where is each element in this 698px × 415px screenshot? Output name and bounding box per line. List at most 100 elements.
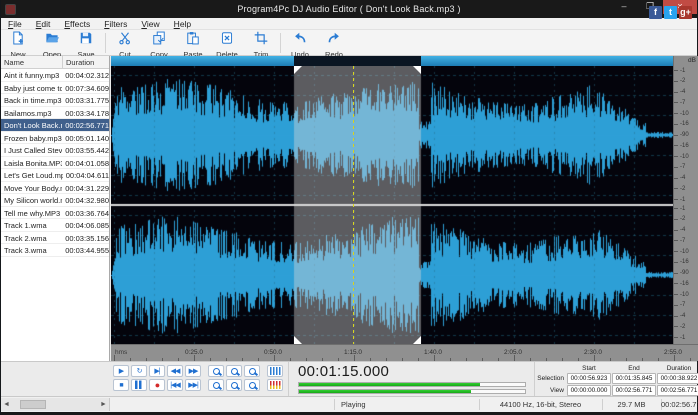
stop-button[interactable]: ■ <box>113 379 129 391</box>
minimize-button[interactable]: – <box>611 0 637 14</box>
menu-item-filters[interactable]: Filters <box>97 19 134 29</box>
selection-start-top-handle[interactable] <box>294 66 302 74</box>
selection-end-top-handle[interactable] <box>413 66 421 74</box>
zoom-fit-button[interactable] <box>244 379 260 391</box>
playlist-horizontal-scrollbar[interactable]: ◄ ► <box>1 398 110 411</box>
total-duration-label: 00:02:56.771 <box>661 400 698 409</box>
zoom-out-button[interactable] <box>208 379 224 391</box>
column-header-name[interactable]: Name <box>1 56 63 68</box>
playlist-row[interactable]: Track 2.wma00:03:35.156 <box>1 232 109 245</box>
playlist-row[interactable]: Track 3.wma00:03:44.955 <box>1 244 109 257</box>
menu-item-help[interactable]: Help <box>167 19 198 29</box>
pause-button[interactable]: ▌▌ <box>131 379 147 391</box>
facebook-icon[interactable]: f <box>649 6 662 19</box>
position-value-field[interactable]: 00:00:38.922 <box>657 373 698 384</box>
cut-button[interactable]: Cut <box>108 30 142 55</box>
track-duration: 00:03:55.442 <box>62 144 109 156</box>
waveform-area[interactable] <box>111 56 673 344</box>
track-name: Aint it funny.mp3 <box>1 69 62 81</box>
stereo-waveform-canvas[interactable] <box>111 66 673 344</box>
db-tick: -16 <box>674 259 698 266</box>
waveform-overview-bar[interactable] <box>111 56 673 66</box>
zoom-selection-button[interactable] <box>226 365 242 377</box>
position-value-field[interactable]: 00:02:56.771 <box>612 385 656 396</box>
scroll-right-icon[interactable]: ► <box>98 401 109 408</box>
playlist-row[interactable]: Move Your Body.mp300:04:31.229 <box>1 182 109 195</box>
position-value-field[interactable]: 00:00:00.000 <box>567 385 611 396</box>
scroll-left-icon[interactable]: ◄ <box>1 401 12 408</box>
waveform-view-button[interactable] <box>267 365 283 377</box>
new-button[interactable]: New <box>1 30 35 55</box>
position-value-field[interactable]: 00:02:56.771 <box>657 385 698 396</box>
overview-selection-segment[interactable] <box>294 56 421 66</box>
scrollbar-thumb[interactable] <box>20 400 46 409</box>
undo-button[interactable]: Undo <box>283 30 317 55</box>
db-tick: -7 <box>674 99 698 106</box>
play-button[interactable]: ▶ <box>113 365 129 377</box>
fast-forward-button[interactable]: ▶▶ <box>185 365 201 377</box>
playlist-row[interactable]: Back in time.mp300:03:31.775 <box>1 94 109 107</box>
time-ruler[interactable]: hms 0:25.00:50.01:15.01:40.02:05.02:30.0… <box>111 344 698 361</box>
zoom-reset-button[interactable] <box>226 379 242 391</box>
redo-button[interactable]: Redo <box>317 30 351 55</box>
menu-item-effects[interactable]: Effects <box>57 19 97 29</box>
delete-button[interactable]: Delete <box>210 30 244 55</box>
menu-item-file[interactable]: File <box>1 19 29 29</box>
track-duration: 00:04:32.980 <box>62 194 109 206</box>
selection-start-bottom-handle[interactable] <box>294 336 302 344</box>
spectrum-icon <box>270 381 281 389</box>
track-duration: 00:04:04.611 <box>63 169 109 181</box>
status-bar: ◄ ► Playing 44100 Hz, 16-bit, Stereo 29.… <box>1 396 697 412</box>
track-duration: 00:07:34.609 <box>62 82 109 94</box>
toolbar-separator <box>105 33 106 53</box>
position-value-field[interactable]: 00:01:35.845 <box>612 373 656 384</box>
playlist-row[interactable]: Let's Get Loud.mp300:04:04.611 <box>1 169 109 182</box>
playlist-row[interactable]: Frozen baby.mp300:05:01.140 <box>1 132 109 145</box>
play-selection-button[interactable]: ▶| <box>149 365 165 377</box>
playhead-cursor <box>353 66 354 344</box>
selection-end-bottom-handle[interactable] <box>413 336 421 344</box>
open-button[interactable]: Open <box>35 30 69 55</box>
menu-item-edit[interactable]: Edit <box>29 19 58 29</box>
playlist-row[interactable]: I Just Called Stevie.mp300:03:55.442 <box>1 144 109 157</box>
record-button[interactable]: ● <box>149 379 165 391</box>
playlist-header[interactable]: Name Duration <box>1 56 109 69</box>
trim-button[interactable]: Trim <box>244 30 278 55</box>
level-meter-right <box>298 389 526 394</box>
spectrum-view-button[interactable] <box>267 379 283 391</box>
menu-item-view[interactable]: View <box>134 19 166 29</box>
playlist-row[interactable]: Track 1.wma00:04:06.085 <box>1 219 109 232</box>
db-scale-strip: dB -1-2-4-7-10-16-90-16-10-7-4-2-1 -1-2-… <box>673 56 698 344</box>
db-tick: -7 <box>674 164 698 171</box>
twitter-icon[interactable]: t <box>664 6 677 19</box>
googleplus-icon[interactable]: g+ <box>679 6 692 19</box>
playlist-row[interactable]: Aint it funny.mp300:04:02.312 <box>1 69 109 82</box>
ruler-time-label: 2:30.0 <box>584 349 602 356</box>
playlist-row[interactable]: Bailamos.mp300:03:34.178 <box>1 107 109 120</box>
track-duration: 00:05:01.140 <box>62 132 109 144</box>
track-duration: 00:03:44.955 <box>62 244 109 256</box>
zoom-in-button[interactable] <box>208 365 224 377</box>
zoom-horizontal-button[interactable] <box>244 365 260 377</box>
magnifier-icon <box>231 382 238 389</box>
db-tick: -10 <box>674 291 698 298</box>
playlist-row[interactable]: Laisla Bonita.MP300:04:01.058 <box>1 157 109 170</box>
column-header-duration[interactable]: Duration <box>63 56 109 68</box>
go-to-end-button[interactable]: ▶▶| <box>185 379 201 391</box>
playlist-row[interactable]: Baby just come to me...00:07:34.609 <box>1 82 109 95</box>
playlist-row[interactable]: My Silicon world.mp300:04:32.980 <box>1 194 109 207</box>
track-name: I Just Called Stevie.mp3 <box>1 144 62 156</box>
position-value-field[interactable]: 00:00:56.923 <box>567 373 611 384</box>
file-size-label: 29.7 MB <box>602 400 661 409</box>
paste-button[interactable]: Paste <box>176 30 210 55</box>
undo-arrow-icon <box>293 31 307 50</box>
copy-button[interactable]: Copy <box>142 30 176 55</box>
track-duration: 00:03:35.156 <box>62 232 109 244</box>
playlist-row[interactable]: Don't Look Back.mp300:02:56.771 <box>1 119 109 132</box>
playlist-row[interactable]: Tell me why.MP300:03:36.764 <box>1 207 109 220</box>
db-tick: -1 <box>674 67 698 74</box>
loop-button[interactable]: ↻ <box>131 365 147 377</box>
go-to-start-button[interactable]: |◀◀ <box>167 379 183 391</box>
rewind-button[interactable]: ◀◀ <box>167 365 183 377</box>
save-button[interactable]: Save <box>69 30 103 55</box>
